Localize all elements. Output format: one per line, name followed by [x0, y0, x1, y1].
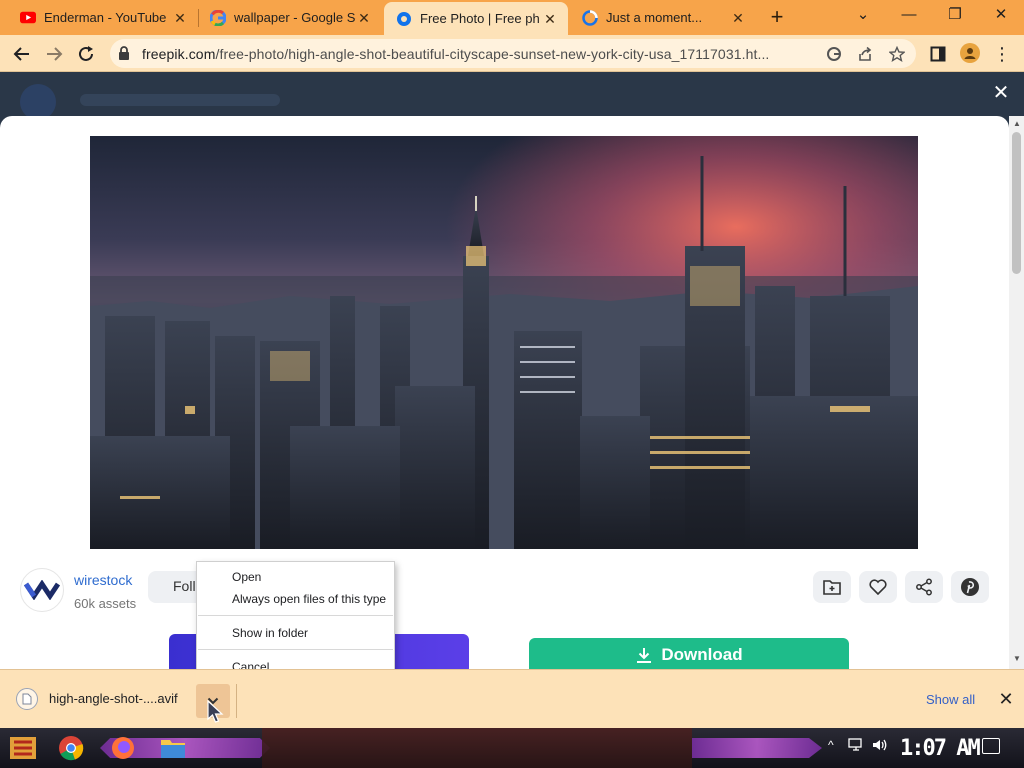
- lock-icon[interactable]: [118, 46, 130, 66]
- share-nodes-icon: [916, 578, 932, 596]
- tab-strip: Enderman - YouTube ✕ wallpaper - Google …: [0, 0, 1024, 35]
- volume-icon[interactable]: [872, 738, 888, 755]
- menu-item-open[interactable]: Open: [197, 567, 394, 587]
- tab-youtube[interactable]: Enderman - YouTube ✕: [8, 2, 198, 33]
- browser-toolbar: freepik.com/free-photo/high-angle-shot-b…: [0, 35, 1024, 72]
- reload-button[interactable]: [72, 40, 100, 68]
- address-bar[interactable]: freepik.com/free-photo/high-angle-shot-b…: [110, 39, 916, 68]
- side-panel-icon[interactable]: [928, 44, 948, 64]
- network-icon[interactable]: [848, 738, 864, 755]
- firefox-taskbar-icon[interactable]: [108, 733, 138, 763]
- share-icon[interactable]: [856, 45, 874, 63]
- file-explorer-taskbar-icon[interactable]: [158, 733, 188, 763]
- window-close-button[interactable]: ✕: [978, 0, 1024, 30]
- forward-button[interactable]: [40, 40, 68, 68]
- youtube-icon: [20, 10, 36, 26]
- url-text[interactable]: freepik.com/free-photo/high-angle-shot-b…: [142, 46, 822, 62]
- download-button-label: Download: [661, 645, 743, 664]
- url-path: /free-photo/high-angle-shot-beautiful-ci…: [215, 46, 770, 62]
- tab-search-chevron-icon[interactable]: ⌄: [840, 0, 886, 30]
- close-icon[interactable]: ✕: [356, 10, 372, 26]
- folder-plus-icon: [823, 580, 841, 595]
- download-filename: high-angle-shot-....avif: [49, 691, 178, 706]
- share-button[interactable]: [905, 571, 943, 603]
- url-host: freepik.com: [142, 46, 216, 62]
- google-lens-icon[interactable]: [825, 45, 843, 63]
- taskbar-center-area: [262, 728, 692, 768]
- chrome-taskbar-icon[interactable]: [56, 733, 86, 763]
- taskbar-clock[interactable]: 1:07 AM: [900, 736, 981, 761]
- tab-title: wallpaper - Google Se: [234, 10, 356, 25]
- pinterest-button[interactable]: [951, 571, 989, 603]
- profile-avatar-icon[interactable]: [960, 43, 980, 63]
- freepik-icon: [396, 11, 412, 27]
- photo-detail-modal: wirestock 60k assets Foll Download: [0, 116, 1009, 669]
- bookmark-star-icon[interactable]: [888, 45, 906, 63]
- restore-button[interactable]: ❐: [932, 0, 978, 30]
- tab-title: Just a moment...: [606, 10, 703, 25]
- tab-just-a-moment[interactable]: Just a moment... ✕: [570, 2, 756, 33]
- download-context-menu: Open Always open files of this type Show…: [196, 561, 395, 682]
- freepik-logo-blurred: [20, 84, 56, 120]
- author-name-link[interactable]: wirestock: [74, 572, 132, 588]
- modal-close-icon[interactable]: ✕: [990, 82, 1012, 104]
- shelf-close-icon[interactable]: ✕: [996, 689, 1016, 709]
- tab-title: Enderman - YouTube: [44, 10, 167, 25]
- author-avatar[interactable]: [20, 568, 64, 612]
- pinterest-icon: [961, 578, 979, 596]
- mouse-cursor-icon: [207, 700, 224, 723]
- cityscape-photo[interactable]: [90, 136, 918, 549]
- page-content: ✕ wirestock 60k assets Foll Download ▲ ▼: [0, 72, 1024, 669]
- notification-center-icon[interactable]: [982, 738, 1000, 754]
- header-blurred: [80, 94, 280, 106]
- show-all-link[interactable]: Show all: [926, 692, 975, 707]
- close-icon[interactable]: ✕: [172, 10, 188, 26]
- back-button[interactable]: [8, 40, 36, 68]
- loading-icon: [582, 9, 598, 26]
- menu-item-always-open[interactable]: Always open files of this type: [197, 589, 394, 609]
- start-button[interactable]: [8, 733, 38, 763]
- scroll-down-arrow-icon[interactable]: ▼: [1013, 654, 1021, 663]
- like-button[interactable]: [859, 571, 897, 603]
- close-icon[interactable]: ✕: [730, 10, 746, 26]
- tab-google[interactable]: wallpaper - Google Se ✕: [198, 2, 382, 33]
- tab-title: Free Photo | Free ph: [420, 11, 540, 26]
- taskbar: ^ 1:07 AM: [0, 728, 1024, 768]
- file-progress-icon: [16, 688, 38, 710]
- add-to-collection-button[interactable]: [813, 571, 851, 603]
- tab-freepik[interactable]: Free Photo | Free ph ✕: [384, 2, 568, 35]
- download-button[interactable]: Download: [529, 638, 849, 669]
- scroll-up-arrow-icon[interactable]: ▲: [1013, 119, 1021, 128]
- minimize-button[interactable]: —: [886, 0, 932, 30]
- shelf-divider: [236, 684, 237, 718]
- author-assets-count: 60k assets: [74, 596, 137, 611]
- menu-item-show-in-folder[interactable]: Show in folder: [197, 623, 394, 643]
- menu-divider: [198, 649, 393, 650]
- new-tab-button[interactable]: +: [764, 5, 790, 31]
- download-shelf: high-angle-shot-....avif Show all ✕: [0, 669, 1024, 728]
- taskbar-decoration: [692, 738, 822, 758]
- tray-chevron-up-icon[interactable]: ^: [828, 738, 834, 752]
- close-icon[interactable]: ✕: [542, 11, 558, 27]
- google-icon: [210, 9, 226, 26]
- page-scrollbar[interactable]: ▲ ▼: [1009, 116, 1024, 669]
- kebab-menu-icon[interactable]: ⋮: [992, 44, 1012, 64]
- menu-divider: [198, 615, 393, 616]
- download-icon: [637, 648, 652, 663]
- heart-icon: [869, 579, 887, 595]
- scroll-thumb[interactable]: [1012, 132, 1021, 274]
